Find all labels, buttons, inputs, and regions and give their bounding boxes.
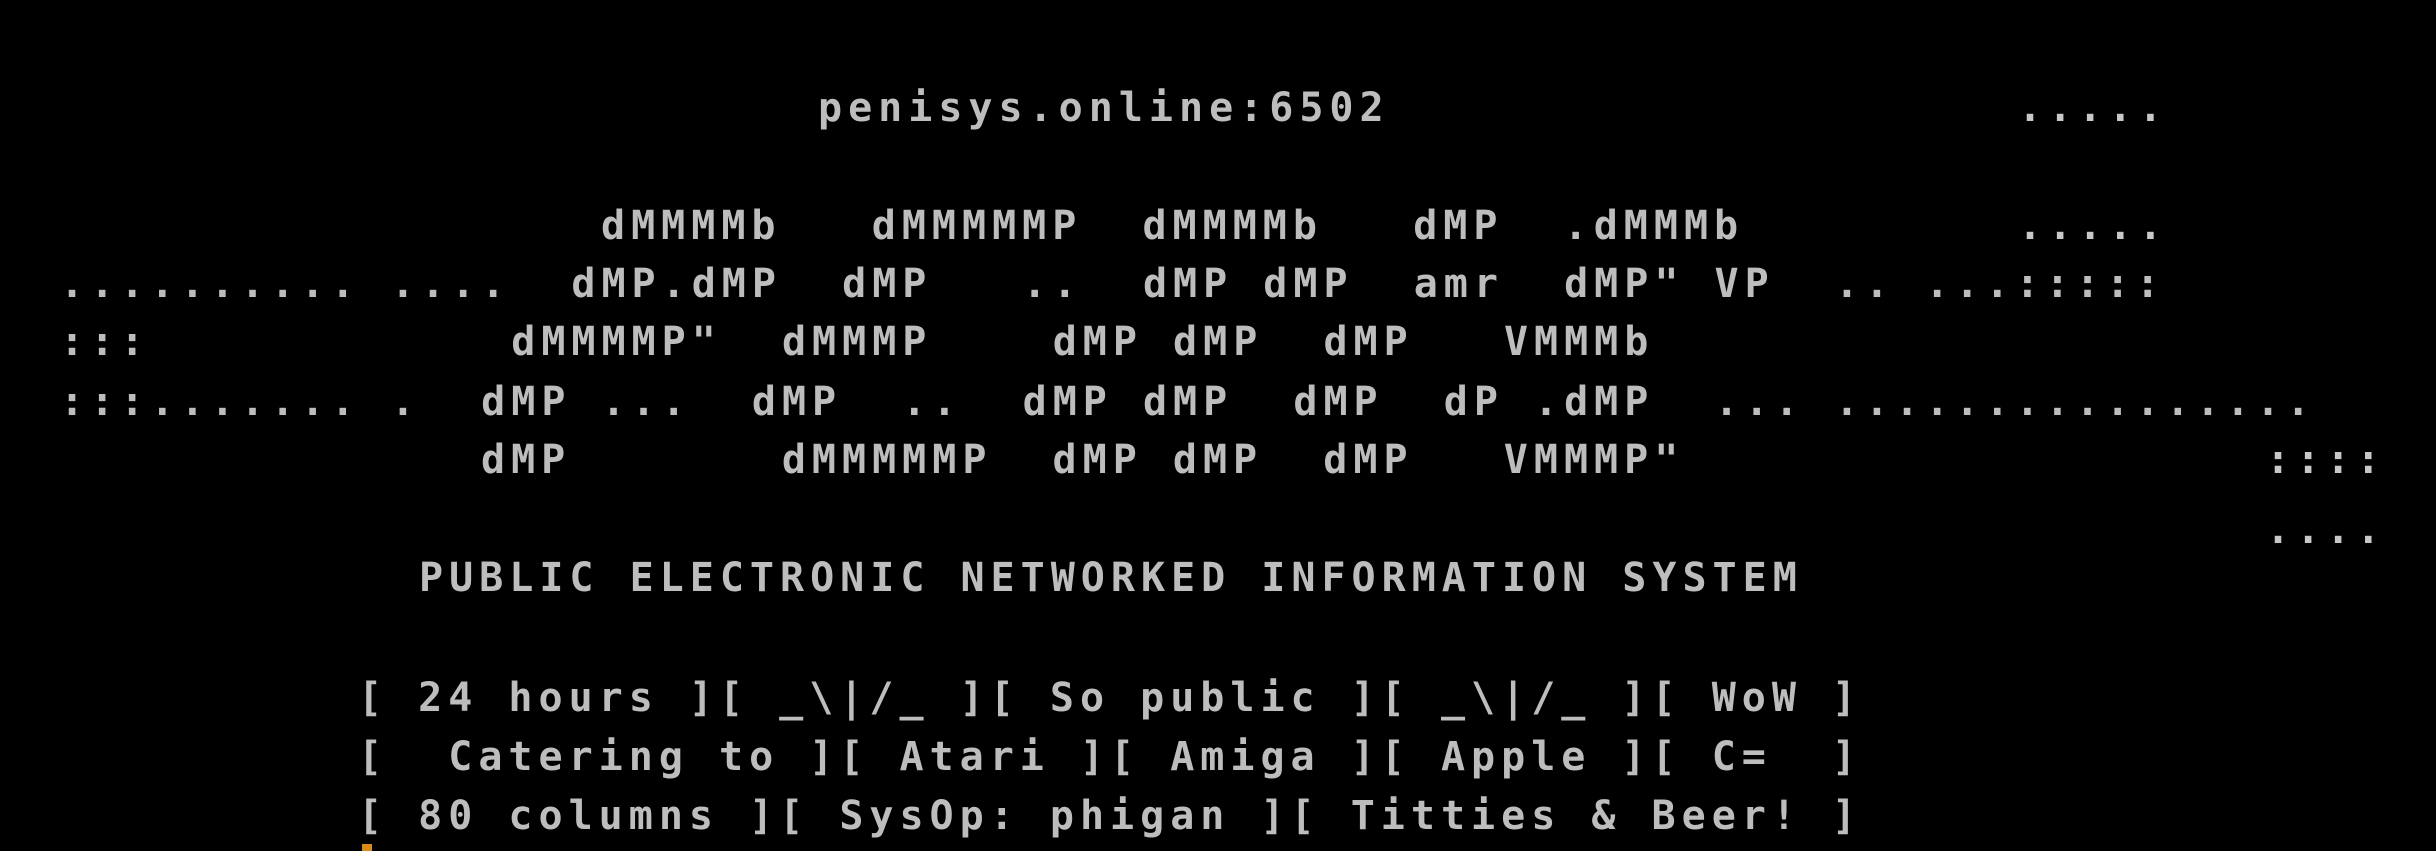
ascii-logo-line: ::: dMMMMP" dMMMP dMP dMP dMP VMMMb xyxy=(60,319,1655,365)
decorative-dots: .... xyxy=(2266,507,2387,553)
decorative-dots: ..... xyxy=(2018,85,2169,131)
decorative-dots: ..... xyxy=(2018,203,2169,249)
decorative-dots: :::: xyxy=(2266,437,2387,483)
ascii-logo-line: dMP dMMMMMP dMP dMP dMP VMMMP" xyxy=(481,437,1685,483)
terminal-screen[interactable]: penisys.online:6502 ..... dMMMMb dMMMMMP… xyxy=(0,0,2436,851)
ascii-logo-line: .......... .... dMP.dMP dMP .. dMP dMP a… xyxy=(60,261,2166,307)
ascii-logo-line: :::....... . dMP ... dMP .. dMP dMP dMP … xyxy=(60,379,2317,425)
host-address: penisys.online:6502 xyxy=(818,85,1390,131)
system-name-banner: PUBLIC ELECTRONIC NETWORKED INFORMATION … xyxy=(419,555,1803,601)
info-line: [ 80 columns ][ SysOp: phigan ][ Titties… xyxy=(358,793,1863,839)
ascii-logo-line: dMMMMb dMMMMMP dMMMMb dMP .dMMMb xyxy=(601,203,1745,249)
text-cursor xyxy=(362,844,372,851)
info-line: [ Catering to ][ Atari ][ Amiga ][ Apple… xyxy=(358,734,1863,780)
info-line: [ 24 hours ][ _\|/_ ][ So public ][ _\|/… xyxy=(358,675,1863,721)
